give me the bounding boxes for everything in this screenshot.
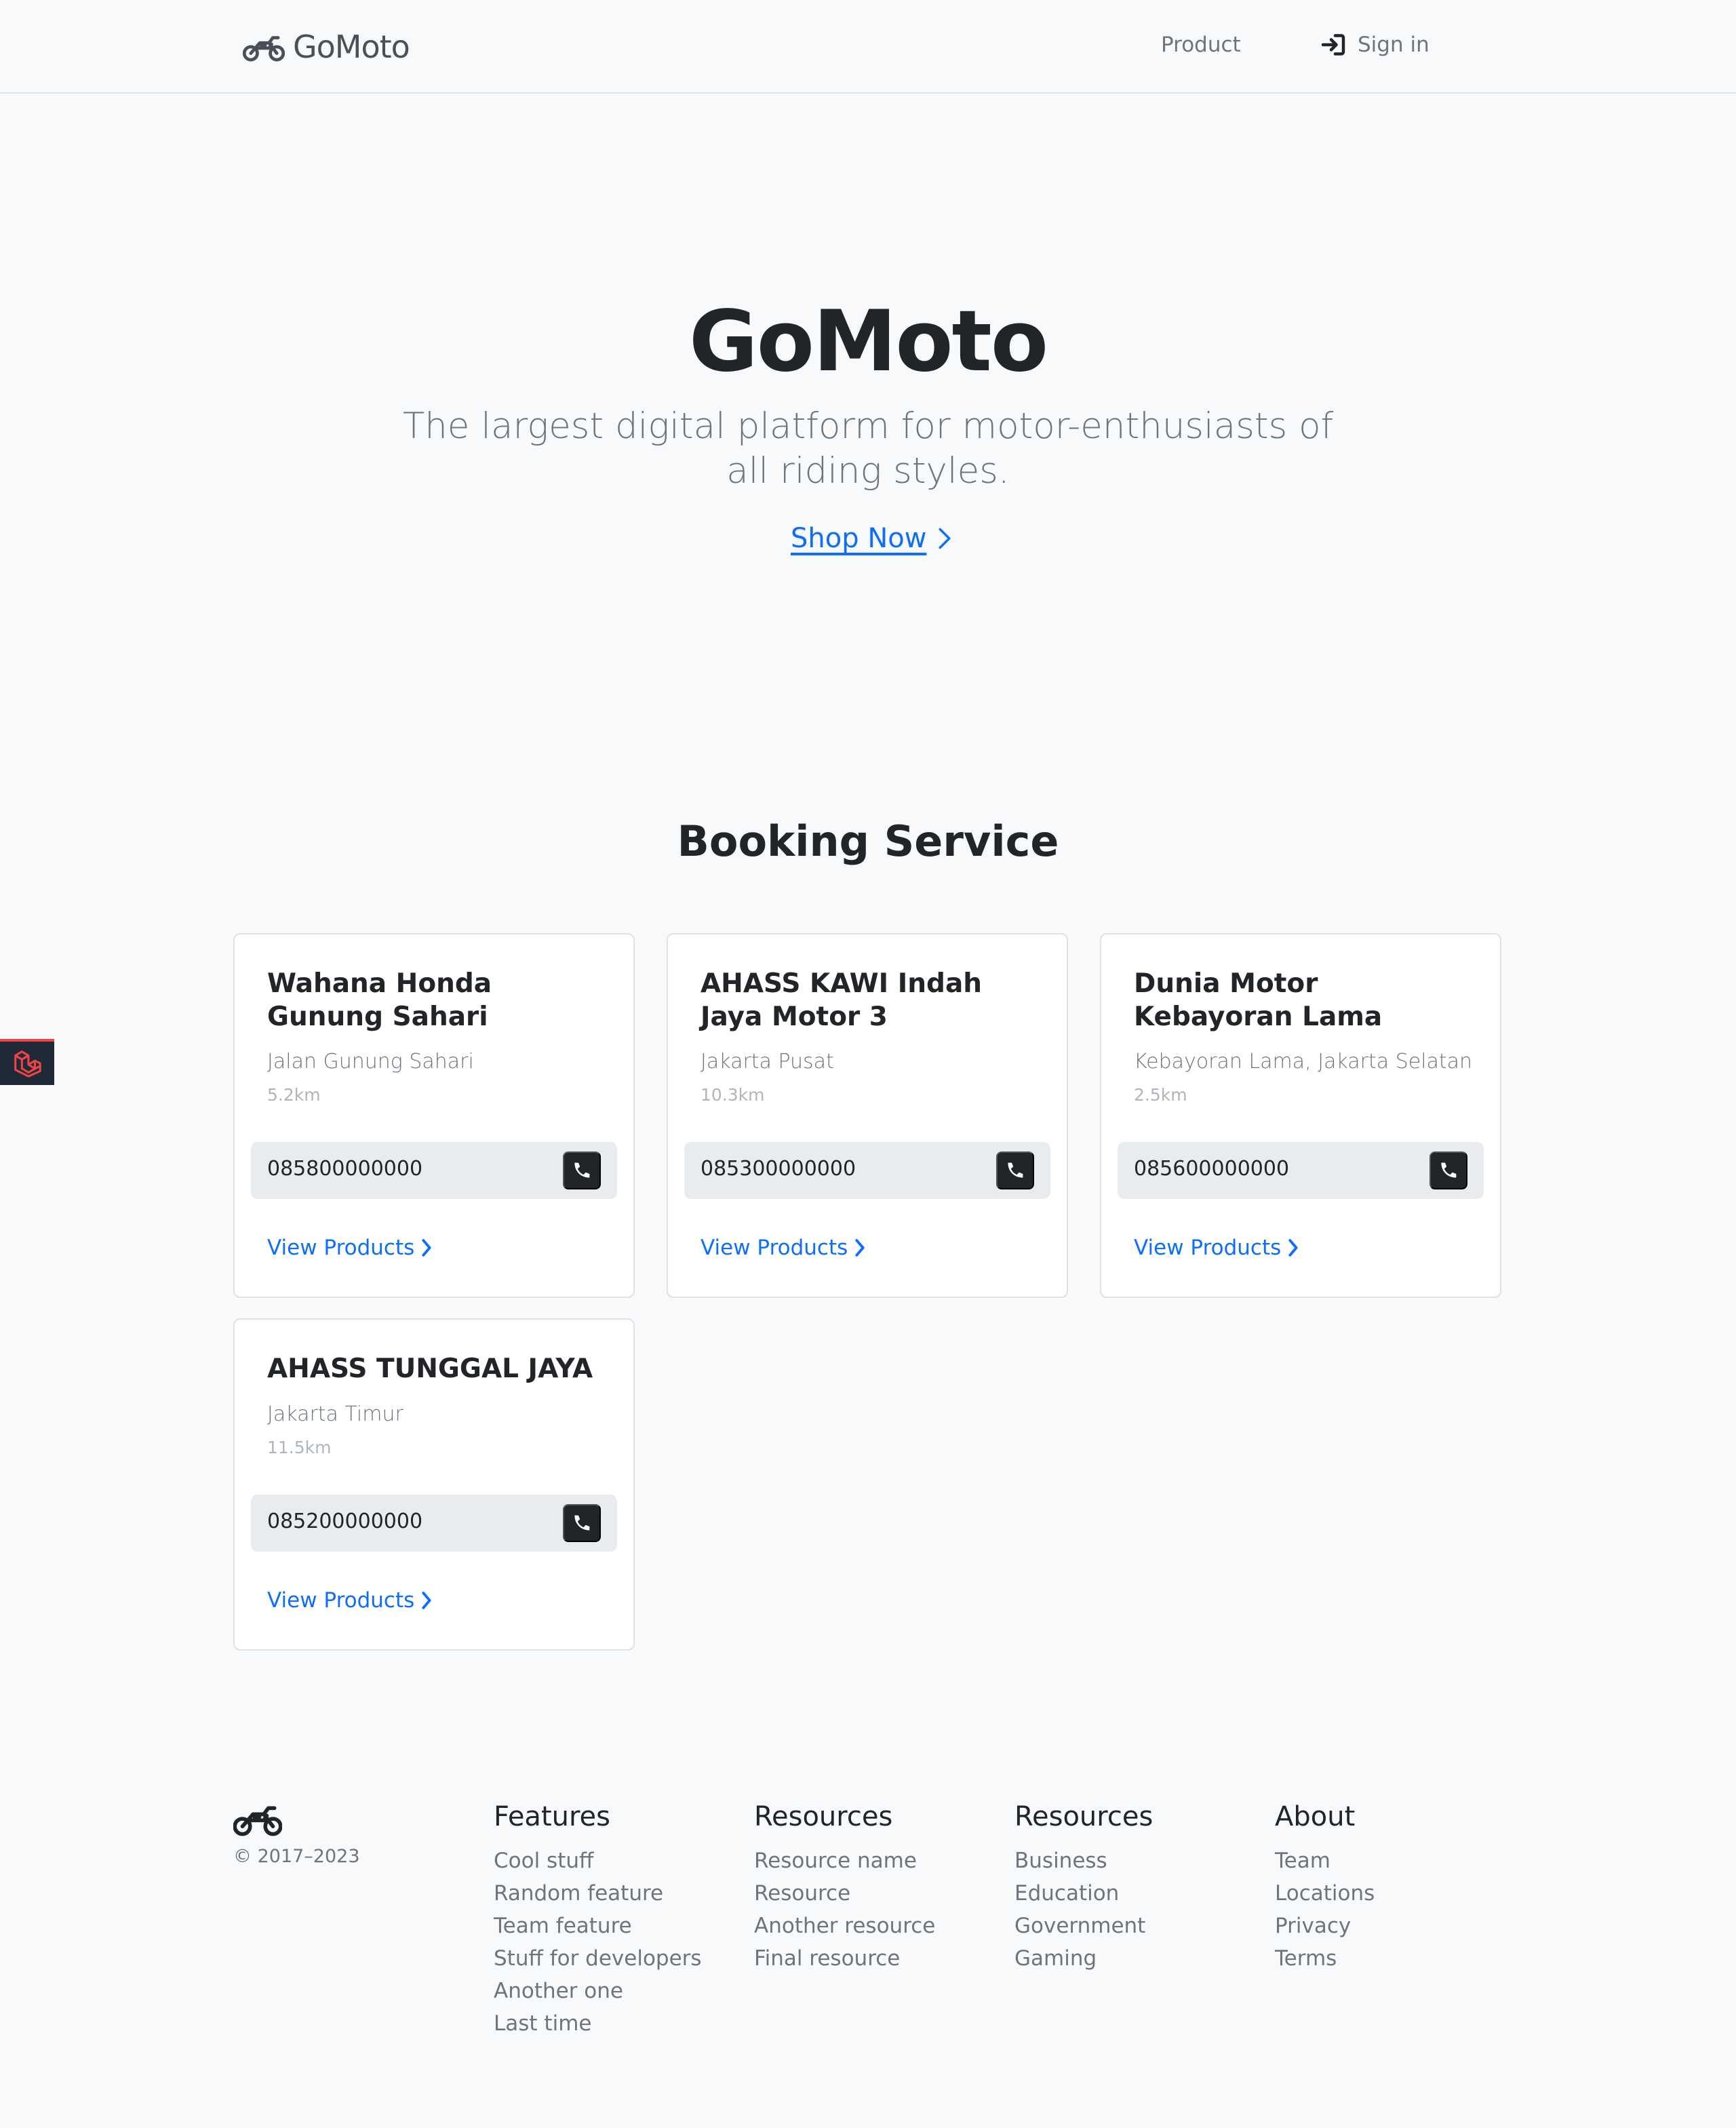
footer-column-title: Features bbox=[494, 1801, 610, 1832]
service-card: Wahana Honda Gunung Sahari Jalan Gunung … bbox=[233, 933, 635, 1298]
footer-link[interactable]: Last time bbox=[494, 2007, 702, 2040]
motorcycle-icon bbox=[243, 36, 285, 62]
footer-link[interactable]: Gaming bbox=[1014, 1942, 1153, 1975]
card-title: Dunia Motor Kebayoran Lama bbox=[1134, 968, 1383, 1032]
footer-column-about: About Team Locations Privacy Terms bbox=[1275, 1801, 1375, 1975]
card-address: Jalan Gunung Sahari bbox=[267, 1050, 474, 1073]
footer-link[interactable]: Business bbox=[1014, 1845, 1153, 1877]
phone-box: 085300000000 bbox=[684, 1142, 1050, 1199]
call-button[interactable] bbox=[563, 1151, 601, 1189]
phone-box: 085800000000 bbox=[251, 1142, 617, 1199]
call-button[interactable] bbox=[563, 1504, 601, 1542]
footer-link[interactable]: Resource name bbox=[754, 1845, 935, 1877]
footer-link[interactable]: Cool stuff bbox=[494, 1845, 702, 1877]
footer-link[interactable]: Terms bbox=[1275, 1942, 1375, 1975]
view-products-label: View Products bbox=[701, 1236, 848, 1260]
section-title: Booking Service bbox=[677, 816, 1059, 866]
chevron-right-icon bbox=[855, 1239, 865, 1257]
view-products-link[interactable]: View Products bbox=[267, 1588, 432, 1613]
service-card: Dunia Motor Kebayoran Lama Kebayoran Lam… bbox=[1100, 933, 1501, 1298]
footer-link[interactable]: Another resource bbox=[754, 1910, 935, 1942]
card-distance: 10.3km bbox=[701, 1085, 765, 1105]
footer-link[interactable]: Stuff for developers bbox=[494, 1942, 702, 1975]
card-distance: 2.5km bbox=[1134, 1085, 1187, 1105]
sign-in-link[interactable]: Sign in bbox=[1321, 33, 1429, 57]
view-products-label: View Products bbox=[1134, 1236, 1282, 1260]
copyright: © 2017–2023 bbox=[233, 1846, 360, 1867]
navbar: GoMoto Product Sign in bbox=[0, 0, 1736, 94]
footer-link[interactable]: Team feature bbox=[494, 1910, 702, 1942]
view-products-label: View Products bbox=[267, 1588, 415, 1613]
footer-link[interactable]: Resource bbox=[754, 1877, 935, 1910]
hero-lead: The largest digital platform for motor-e… bbox=[402, 406, 1334, 492]
phone-number: 085600000000 bbox=[1134, 1157, 1290, 1181]
footer-link[interactable]: Another one bbox=[494, 1975, 702, 2007]
service-card: AHASS KAWI Indah Jaya Motor 3 Jakarta Pu… bbox=[667, 933, 1068, 1298]
hero-title: GoMoto bbox=[688, 293, 1048, 391]
phone-icon bbox=[1008, 1162, 1023, 1178]
view-products-label: View Products bbox=[267, 1236, 415, 1260]
footer-column-resources-2: Resources Business Education Government … bbox=[1014, 1801, 1153, 1975]
footer-column-resources: Resources Resource name Resource Another… bbox=[754, 1801, 935, 1975]
card-address: Jakarta Pusat bbox=[701, 1050, 834, 1073]
chevron-right-icon bbox=[422, 1592, 431, 1609]
brand-name: GoMoto bbox=[293, 28, 410, 65]
view-products-link[interactable]: View Products bbox=[1134, 1236, 1299, 1260]
footer-column-title: Resources bbox=[1014, 1801, 1153, 1832]
view-products-link[interactable]: View Products bbox=[267, 1236, 432, 1260]
shop-now-link[interactable]: Shop Now bbox=[791, 519, 952, 557]
card-distance: 11.5km bbox=[267, 1438, 332, 1457]
shop-now-label: Shop Now bbox=[791, 523, 927, 554]
brand-link[interactable]: GoMoto bbox=[243, 26, 410, 68]
chevron-right-icon bbox=[939, 528, 951, 549]
nav-product-link[interactable]: Product bbox=[1161, 33, 1241, 57]
phone-icon bbox=[574, 1162, 590, 1178]
phone-number: 085300000000 bbox=[701, 1157, 856, 1181]
nav-product-label: Product bbox=[1161, 33, 1241, 57]
card-address: Kebayoran Lama, Jakarta Selatan bbox=[1134, 1050, 1473, 1073]
footer-link[interactable]: Education bbox=[1014, 1877, 1153, 1910]
debug-toolbar-toggle[interactable] bbox=[0, 1039, 54, 1085]
sign-in-label: Sign in bbox=[1358, 33, 1429, 57]
call-button[interactable] bbox=[1429, 1151, 1467, 1189]
view-products-link[interactable]: View Products bbox=[701, 1236, 865, 1260]
phone-box: 085200000000 bbox=[251, 1495, 617, 1552]
footer-link[interactable]: Privacy bbox=[1275, 1910, 1375, 1942]
chevron-right-icon bbox=[1288, 1239, 1298, 1257]
card-address: Jakarta Timur bbox=[267, 1402, 403, 1426]
footer-link[interactable]: Team bbox=[1275, 1845, 1375, 1877]
footer-column-title: About bbox=[1275, 1801, 1356, 1832]
motorcycle-icon[interactable] bbox=[233, 1800, 282, 1838]
footer-link[interactable]: Random feature bbox=[494, 1877, 702, 1910]
card-title: AHASS TUNGGAL JAYA bbox=[267, 1354, 593, 1384]
footer-column-title: Resources bbox=[754, 1801, 893, 1832]
phone-number: 085800000000 bbox=[267, 1157, 423, 1181]
footer-link[interactable]: Locations bbox=[1275, 1877, 1375, 1910]
phone-number: 085200000000 bbox=[267, 1510, 423, 1533]
phone-icon bbox=[1441, 1162, 1457, 1178]
chevron-right-icon bbox=[422, 1239, 431, 1257]
card-distance: 5.2km bbox=[267, 1085, 321, 1105]
service-card: AHASS TUNGGAL JAYA Jakarta Timur 11.5km … bbox=[233, 1318, 635, 1651]
footer-link[interactable]: Government bbox=[1014, 1910, 1153, 1942]
footer-column-features: Features Cool stuff Random feature Team … bbox=[494, 1801, 702, 2040]
card-title: Wahana Honda Gunung Sahari bbox=[267, 968, 492, 1032]
sign-in-icon bbox=[1321, 34, 1345, 56]
card-title: AHASS KAWI Indah Jaya Motor 3 bbox=[701, 968, 983, 1032]
phone-box: 085600000000 bbox=[1118, 1142, 1484, 1199]
footer-link[interactable]: Final resource bbox=[754, 1942, 935, 1975]
call-button[interactable] bbox=[996, 1151, 1034, 1189]
phone-icon bbox=[574, 1515, 590, 1531]
laravel-logo-icon bbox=[14, 1050, 41, 1078]
